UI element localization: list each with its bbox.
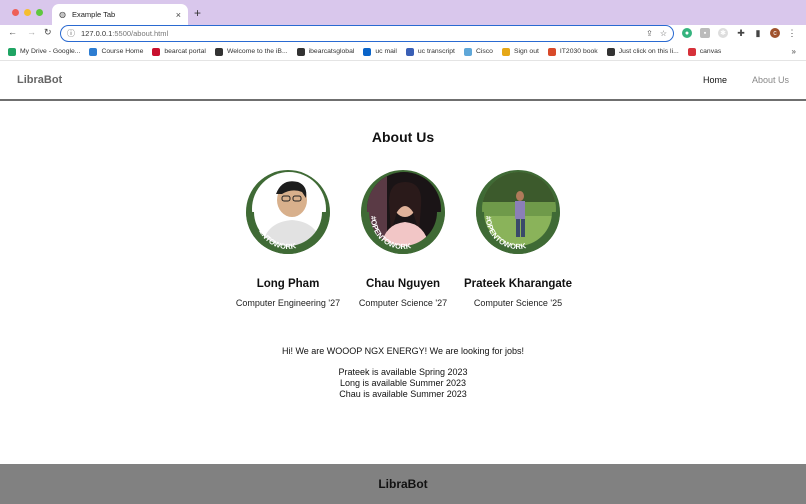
forward-icon[interactable]: → (27, 27, 36, 37)
opentowork-frame: #OPENTOWORK (361, 212, 445, 254)
bookmark-label: My Drive - Google... (20, 48, 81, 55)
site-header: LibraBot Home About Us (0, 61, 806, 101)
bookmark-label: Cisco (475, 48, 493, 55)
bookmark-item[interactable]: bearcat portal (152, 47, 206, 56)
browser-toolbar: ← → ↻ ⓘ 127.0.0.1:5500/about.html ⇪ ☆ ● … (0, 25, 806, 43)
bookmark-label: Just click on this li... (618, 48, 679, 55)
avatar: #OPENTOWORK (361, 170, 445, 254)
availability-list: Prateek is available Spring 2023 Long is… (0, 367, 806, 400)
availability-line: Long is available Summer 2023 (339, 378, 467, 388)
bookmark-label: ibearcatsglobal (308, 48, 355, 55)
bookmark-favicon-icon (463, 47, 472, 56)
team-member-card: #OPENTOWORK Prateek Kharangate Computer … (448, 170, 588, 308)
sidebar-icon[interactable]: ▮ (753, 28, 763, 38)
kebab-menu-icon[interactable]: ⋮ (787, 28, 797, 38)
bookmark-favicon-icon (8, 47, 16, 56)
share-icon[interactable]: ⇪ (646, 29, 653, 38)
nav-link-about[interactable]: About Us (752, 75, 789, 85)
bookmark-label: IT2030 book (559, 48, 598, 55)
nav-link-home[interactable]: Home (703, 75, 727, 85)
bookmarks-overflow-button[interactable]: » (792, 47, 796, 56)
puzzle-extensions-icon[interactable]: ✚ (736, 28, 746, 38)
extension-green-icon[interactable]: ● (682, 28, 692, 38)
bookmark-favicon-icon (687, 47, 696, 56)
bookmark-label: canvas (699, 48, 722, 55)
site-footer: LibraBot (0, 464, 806, 504)
svg-text:#OPENTOWORK: #OPENTOWORK (484, 216, 527, 251)
bookmark-item[interactable]: IT2030 book (547, 47, 598, 56)
bookmark-favicon-icon (152, 47, 161, 56)
bookmark-item[interactable]: ibearcatsglobal (296, 47, 355, 56)
bookmark-label: Sign out (513, 48, 539, 55)
availability-line: Chau is available Summer 2023 (339, 389, 467, 399)
bookmark-item[interactable]: Cisco (463, 47, 493, 56)
opentowork-badge-text: #OPENTOWORK (484, 216, 527, 251)
bookmark-item[interactable]: uc mail (363, 47, 397, 56)
tab-title: Example Tab (71, 10, 116, 19)
bookmark-label: bearcat portal (164, 48, 206, 55)
bookmark-favicon-icon (89, 47, 98, 56)
svg-text:#OPENTOWORK: #OPENTOWORK (254, 216, 297, 251)
reload-icon[interactable]: ↻ (44, 27, 52, 38)
globe-icon: ◍ (59, 10, 66, 19)
opentowork-badge-text: #OPENTOWORK (369, 216, 412, 251)
address-bar[interactable]: ⓘ 127.0.0.1:5500/about.html ⇪ ☆ (60, 25, 674, 42)
bookmark-favicon-icon (501, 47, 510, 56)
profile-avatar[interactable]: c (770, 28, 780, 38)
opentowork-frame: #OPENTOWORK (246, 212, 330, 254)
tab-close-button[interactable]: × (176, 10, 181, 20)
bookmark-label: Welcome to the iB... (226, 48, 288, 55)
site-logo[interactable]: LibraBot (17, 74, 62, 86)
avatar: #OPENTOWORK (476, 170, 560, 254)
bookmark-star-icon[interactable]: ☆ (660, 29, 667, 38)
extension-light-icon[interactable]: ✱ (718, 28, 728, 38)
browser-tab-bar: ◍ Example Tab × + (0, 0, 806, 25)
footer-brand: LibraBot (378, 477, 428, 491)
bookmark-favicon-icon (363, 47, 372, 56)
bookmark-favicon-icon (547, 47, 556, 56)
bookmark-item[interactable]: canvas (687, 47, 722, 56)
bookmark-item[interactable]: Just click on this li... (606, 47, 679, 56)
page-title: About Us (371, 129, 435, 145)
minimize-window-button[interactable] (24, 9, 31, 16)
bookmark-favicon-icon (296, 47, 305, 56)
bookmark-label: uc mail (375, 48, 397, 55)
intro-text: Hi! We are WOOOP NGX ENERGY! We are look… (281, 346, 525, 356)
avatar: #OPENTOWORK (246, 170, 330, 254)
new-tab-button[interactable]: + (194, 6, 201, 20)
info-icon[interactable]: ⓘ (67, 28, 75, 39)
url-path: :5500/about.html (112, 29, 169, 38)
bookmark-item[interactable]: uc transcript (405, 47, 455, 56)
bookmark-item[interactable]: My Drive - Google... (8, 47, 81, 56)
bookmark-label: Course Home (101, 48, 144, 55)
bookmark-item[interactable]: Sign out (501, 47, 539, 56)
bookmark-label: uc transcript (417, 48, 455, 55)
bookmarks-bar: My Drive - Google... Course Home bearcat p… (0, 43, 806, 61)
bookmark-favicon-icon (606, 47, 615, 56)
member-program: Computer Science '25 (473, 298, 563, 308)
url-host: 127.0.0.1 (81, 29, 113, 38)
availability-line: Prateek is available Spring 2023 (338, 367, 468, 377)
opentowork-frame: #OPENTOWORK (476, 212, 560, 254)
close-window-button[interactable] (12, 9, 19, 16)
back-icon[interactable]: ← (8, 27, 17, 37)
bookmark-favicon-icon (214, 47, 223, 56)
member-name: Prateek Kharangate (463, 278, 573, 290)
extension-gray-icon[interactable]: ▪ (700, 28, 710, 38)
bookmark-item[interactable]: Welcome to the iB... (214, 47, 288, 56)
bookmark-item[interactable]: Course Home (89, 47, 144, 56)
maximize-window-button[interactable] (36, 9, 43, 16)
address-text[interactable]: 127.0.0.1:5500/about.html (81, 29, 640, 38)
browser-tab-active[interactable]: ◍ Example Tab × (52, 4, 188, 25)
svg-text:#OPENTOWORK: #OPENTOWORK (369, 216, 412, 251)
opentowork-badge-text: #OPENTOWORK (254, 216, 297, 251)
bookmark-favicon-icon (405, 47, 414, 56)
